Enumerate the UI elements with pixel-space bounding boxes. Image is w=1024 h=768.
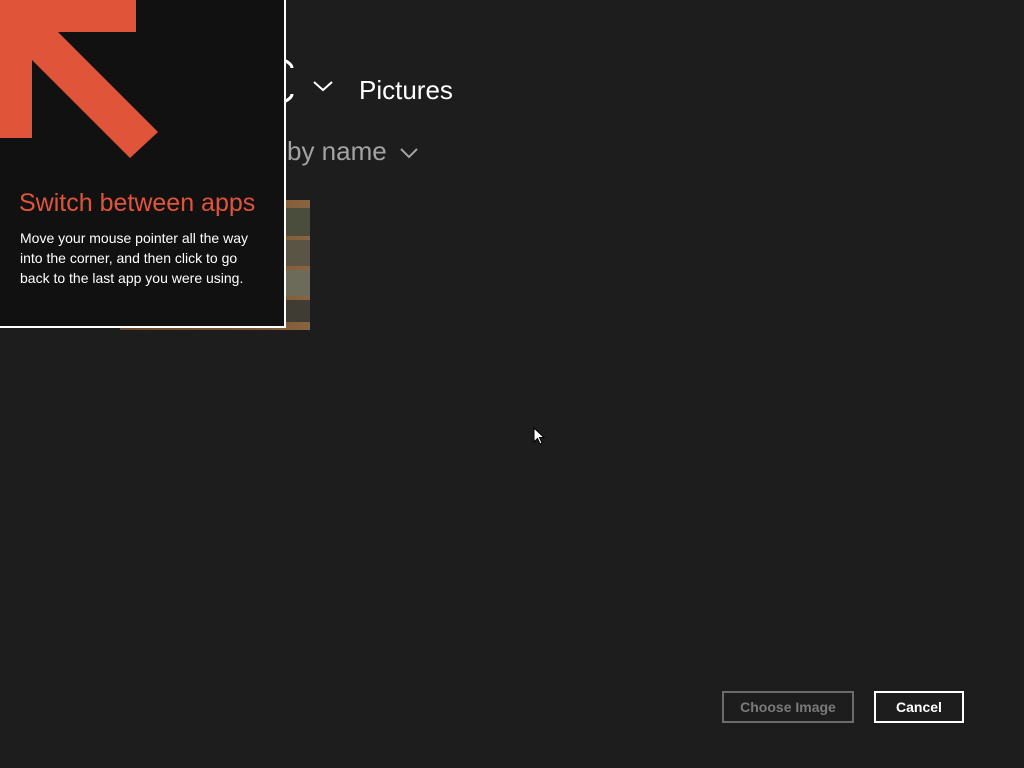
switch-apps-tip: Switch between apps Move your mouse poin…: [0, 0, 286, 328]
location-chevron-down-icon[interactable]: [311, 76, 335, 96]
choose-image-button[interactable]: Choose Image: [722, 691, 854, 723]
thumbnail-detail: [286, 240, 310, 266]
tip-title: Switch between apps: [19, 189, 256, 217]
thumbnail-detail: [286, 208, 310, 236]
thumbnail-detail: [286, 300, 310, 322]
cancel-button[interactable]: Cancel: [874, 691, 964, 723]
location-label[interactable]: Pictures: [359, 74, 453, 106]
sort-chevron-down-icon: [400, 148, 418, 159]
mouse-pointer-icon: [533, 427, 545, 445]
sort-label: by name: [287, 136, 387, 166]
tip-body: Move your mouse pointer all the way into…: [20, 230, 248, 286]
file-picker-screen: Pictures by name Switch between apps Mov…: [0, 0, 1024, 768]
sort-dropdown[interactable]: by name: [287, 135, 419, 167]
thumbnail-detail: [286, 270, 310, 296]
arrow-up-left-icon: [0, 0, 158, 158]
